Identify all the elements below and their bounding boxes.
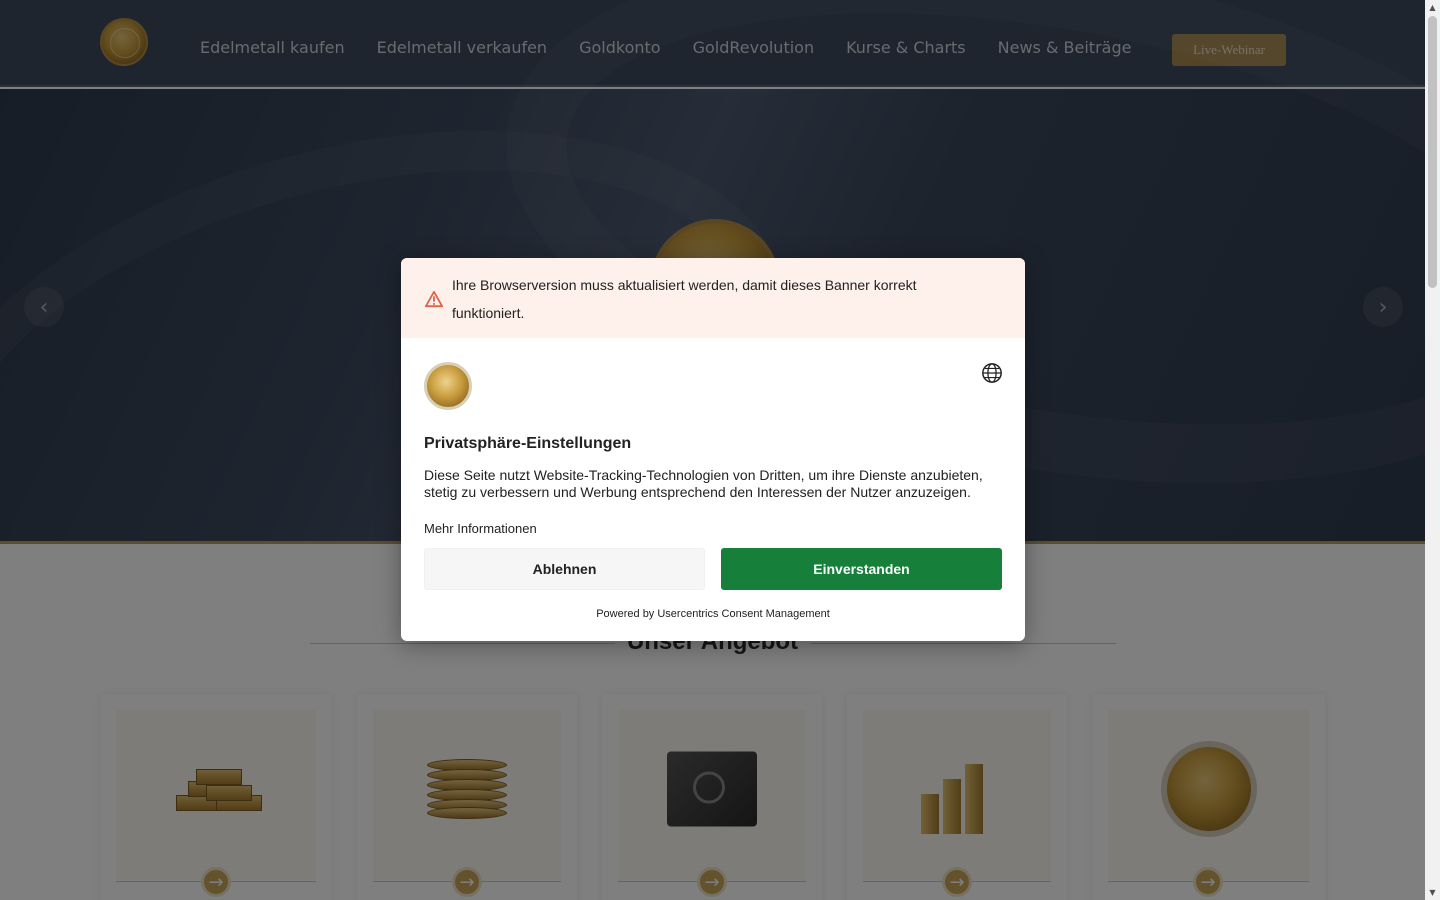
page-scrollbar[interactable]: ▲ ▼	[1425, 0, 1440, 900]
consent-title: Privatsphäre-Einstellungen	[424, 435, 632, 452]
consent-description: Diese Seite nutzt Website-Tracking-Techn…	[424, 467, 983, 500]
globe-icon[interactable]	[981, 362, 1003, 384]
scrollbar-thumb[interactable]	[1428, 16, 1437, 288]
warning-icon	[425, 290, 443, 308]
more-info-link[interactable]: Mehr Informationen	[424, 521, 537, 536]
browser-warning-text: Ihre Browserversion muss aktualisiert we…	[452, 277, 917, 321]
browser-warning-banner: Ihre Browserversion muss aktualisiert we…	[401, 258, 1025, 338]
scroll-up-arrow-icon[interactable]: ▲	[1425, 0, 1440, 15]
consent-logo	[424, 362, 472, 410]
accept-button[interactable]: Einverstanden	[721, 548, 1002, 590]
decline-button[interactable]: Ablehnen	[424, 548, 705, 590]
scroll-down-arrow-icon[interactable]: ▼	[1425, 885, 1440, 900]
powered-by-text: Powered by Usercentrics Consent Manageme…	[596, 608, 830, 620]
consent-dialog: Ihre Browserversion muss aktualisiert we…	[401, 258, 1025, 641]
